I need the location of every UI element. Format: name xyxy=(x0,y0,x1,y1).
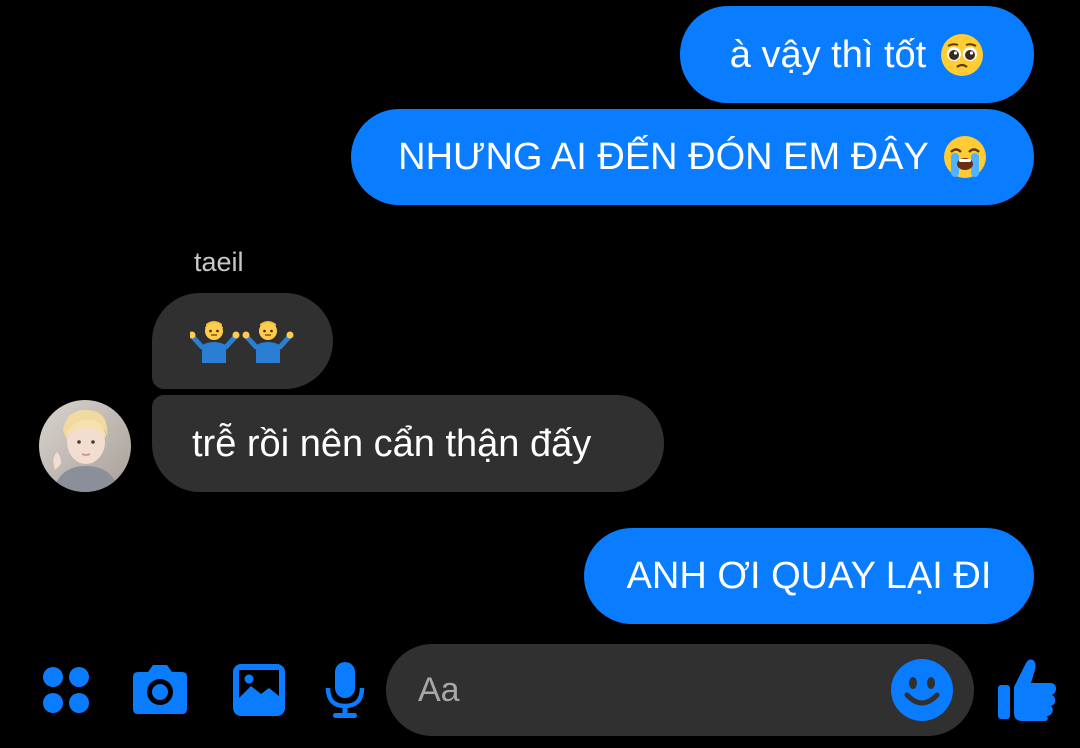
pleading-face-emoji xyxy=(941,33,984,76)
menu-dots-icon xyxy=(43,667,89,713)
thumbs-up-icon xyxy=(998,659,1056,721)
menu-button[interactable] xyxy=(38,662,94,718)
message-input[interactable]: Aa xyxy=(386,644,974,736)
camera-icon xyxy=(133,665,187,714)
emoji-icon xyxy=(891,659,953,721)
message-text: trễ rồi nên cẩn thận đấy xyxy=(192,422,592,465)
incoming-message[interactable] xyxy=(152,293,333,389)
outgoing-message[interactable]: à vậy thì tốt xyxy=(680,6,1034,103)
outgoing-message[interactable]: NHƯNG AI ĐẾN ĐÓN EM ĐÂY xyxy=(351,109,1034,205)
like-button[interactable] xyxy=(994,654,1060,726)
message-composer: Aa xyxy=(0,640,1080,748)
emoji-button[interactable] xyxy=(890,658,954,722)
gallery-icon xyxy=(233,664,285,716)
gallery-button[interactable] xyxy=(228,660,290,720)
voice-button[interactable] xyxy=(322,658,368,722)
outgoing-message[interactable]: ANH ƠI QUAY LẠI ĐI xyxy=(584,528,1034,624)
message-text: à vậy thì tốt xyxy=(729,33,927,76)
man-shrugging-emoji xyxy=(190,321,294,363)
message-input-placeholder: Aa xyxy=(418,671,460,709)
microphone-icon xyxy=(325,662,365,718)
loudly-crying-face-emoji xyxy=(943,136,986,178)
camera-button[interactable] xyxy=(128,660,192,720)
sender-name: taeil xyxy=(194,247,244,277)
message-text: NHƯNG AI ĐẾN ĐÓN EM ĐÂY xyxy=(398,136,929,178)
avatar[interactable] xyxy=(39,400,131,492)
avatar-image xyxy=(39,400,131,492)
incoming-message[interactable]: trễ rồi nên cẩn thận đấy xyxy=(152,395,664,492)
message-text: ANH ƠI QUAY LẠI ĐI xyxy=(626,555,992,597)
